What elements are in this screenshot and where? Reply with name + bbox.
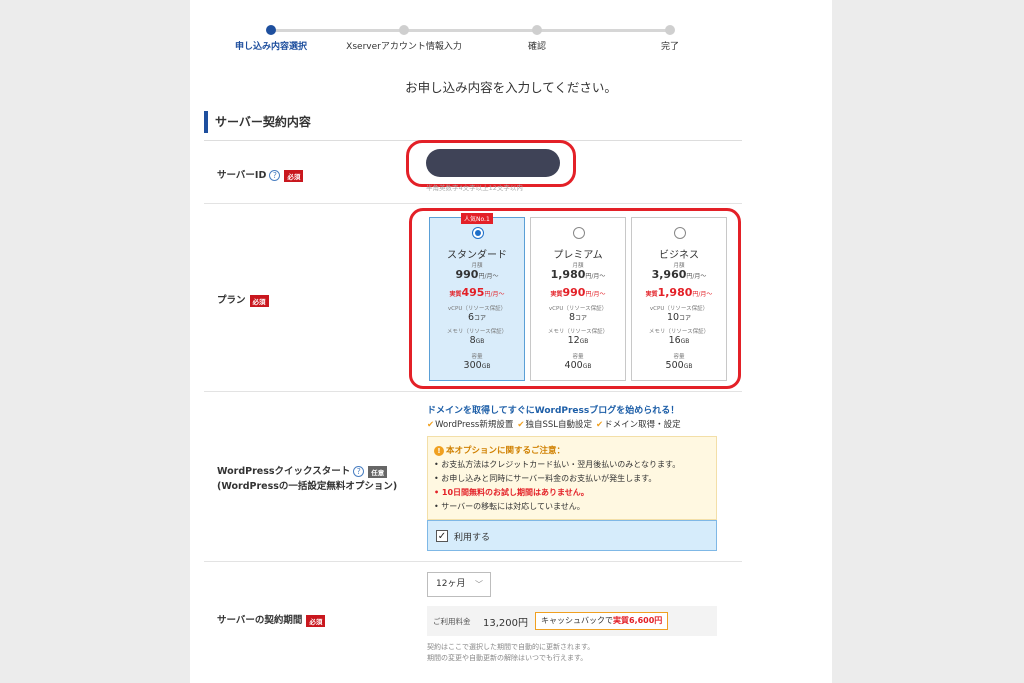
step-label-select: 申し込み内容選択 [234,42,308,52]
use-checkbox[interactable]: ✓ [436,530,448,542]
step-dot-3 [532,25,542,35]
storage-label: 容量 [673,354,685,360]
plan-radio-business[interactable] [674,227,686,239]
vcpu-label: vCPU（リソース保証） [548,306,608,312]
help-icon[interactable]: ? [269,170,281,181]
wp-quickstart-label: WordPressクイックスタート? 任意 [217,463,388,478]
check-icon: ✔ [427,420,435,430]
plan-radio-standard[interactable] [472,227,484,239]
step-label-confirm: 確認 [527,42,547,52]
plan-memory: 12GB [567,335,589,346]
plan-vcpu: 6コア [467,312,487,323]
plan-effective-price: 実質495円/月〜 [449,286,505,299]
plan-name: ビジネス [659,250,699,261]
help-icon[interactable]: ? [353,466,365,477]
vcpu-label: vCPU（リソース保証） [649,306,709,312]
plan-memory: 8GB [469,335,485,346]
plan-memory: 16GB [668,335,690,346]
plan-price: 3,960円/月〜 [651,268,707,281]
plan-label: プラン 必須 [217,292,269,307]
contract-note: 期間の変更や自動更新の解除はいつでも行えます。 [427,654,588,662]
progress-stepper: 申し込み内容選択 Xserverアカウント情報入力 確認 完了 [190,0,832,60]
plan-name: スタンダード [447,250,507,261]
warning-icon: ! [434,446,444,456]
plan-effective-price: 実質990円/月〜 [550,286,606,299]
optional-badge: 任意 [368,465,388,478]
plan-name: プレミアム [553,250,603,261]
step-dot-2 [399,25,409,35]
notice-item: • お支払方法はクレジットカード払い・翌月後払いのみとなります。 [434,460,681,469]
required-badge: 必須 [306,614,326,627]
server-id-label-text: サーバーID [217,170,267,181]
notice-item-warning: • 10日間無料のお試し期間はありません。 [434,488,589,497]
stepper-track [271,29,671,32]
page-instruction: お申し込み内容を入力してください。 [405,80,617,95]
wp-use-option[interactable]: ✓ 利用する [427,520,717,551]
contract-term-label: サーバーの契約期間 必須 [217,612,326,627]
required-badge: 必須 [284,169,304,182]
signup-form-page: 申し込み内容選択 Xserverアカウント情報入力 確認 完了 お申し込み内容を… [190,0,832,683]
plan-radio-premium[interactable] [573,227,585,239]
memory-label: メモリ（リソース保証） [446,329,508,335]
step-dot-1 [266,25,276,35]
plan-vcpu: 10コア [666,312,692,323]
step-label-complete: 完了 [660,42,680,52]
fee-summary: ご利用料金 13,200円 キャッシュバックで実質6,600円 [427,606,717,636]
wp-feature-list: ✔WordPress新規設置 ✔独自SSL自動設定 ✔ドメイン取得・設定 [427,420,681,430]
plan-price: 1,980円/月〜 [550,268,606,281]
wp-quickstart-sublabel: (WordPressの一括設定無料オプション) [217,481,398,492]
server-id-hint: 半角英数字4文字以上12文字以内 [426,184,523,192]
plan-label-text: プラン [217,295,246,306]
plan-storage: 400GB [564,360,592,371]
plan-card-business[interactable]: ビジネス 月額 3,960円/月〜 実質1,980円/月〜 vCPU（リソース保… [631,217,727,381]
contract-term-label-text: サーバーの契約期間 [217,615,303,626]
row-divider [204,203,742,204]
chevron-down-icon: ﹀ [475,580,483,589]
fee-value: 13,200円 [483,618,528,629]
fee-label: ご利用料金 [433,617,471,626]
use-checkbox-label: 利用する [454,533,491,543]
memory-label: メモリ（リソース保証） [648,329,710,335]
cashback-badge: キャッシュバックで実質6,600円 [535,612,669,630]
notice-item: • お申し込みと同時にサーバー料金のお支払いが発生します。 [434,474,657,483]
memory-label: メモリ（リソース保証） [547,329,609,335]
check-icon: ✔ [596,420,604,430]
plan-vcpu: 8コア [568,312,588,323]
popular-badge: 人気No.1 [461,213,493,224]
server-id-label: サーバーID? 必須 [217,167,304,182]
server-id-input[interactable] [426,149,560,177]
plan-storage: 500GB [665,360,693,371]
plan-storage: 300GB [463,360,491,371]
step-dot-4 [665,25,675,35]
contract-term-select[interactable]: 12ヶ月 ﹀ [427,572,491,597]
storage-label: 容量 [572,354,584,360]
plan-card-standard[interactable]: 人気No.1 スタンダード 月額 990円/月〜 実質495円/月〜 vCPU（… [429,213,525,381]
step-label-account: Xserverアカウント情報入力 [346,42,462,52]
plan-effective-price: 実質1,980円/月〜 [645,286,713,299]
vcpu-label: vCPU（リソース保証） [447,306,507,312]
plan-price: 990円/月〜 [455,268,499,281]
notice-item: • サーバーの移転には対応していません。 [434,502,585,511]
section-title: サーバー契約内容 [204,111,311,133]
check-icon: ✔ [517,420,525,430]
wp-quickstart-label-text: WordPressクイックスタート [217,466,351,477]
row-divider [204,561,742,562]
storage-label: 容量 [471,354,483,360]
row-divider [204,391,742,392]
contract-note: 契約はここで選択した期間で自動的に更新されます。 [427,643,595,651]
contract-term-value: 12ヶ月 [436,579,466,589]
notice-title: ! 本オプションに関するご注意： [434,444,565,456]
wp-headline: ドメインを取得してすぐにWordPressブログを始められる！ [427,406,680,416]
plan-card-premium[interactable]: プレミアム 月額 1,980円/月〜 実質990円/月〜 vCPU（リソース保証… [530,217,626,381]
wp-notice-box: ! 本オプションに関するご注意： • お支払方法はクレジットカード払い・翌月後払い… [427,436,717,520]
required-badge: 必須 [249,294,269,307]
